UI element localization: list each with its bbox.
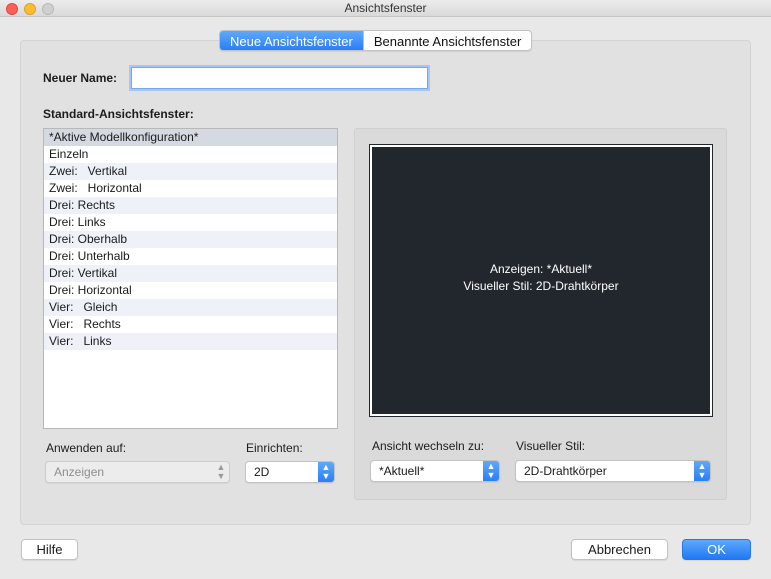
tab-named-viewports[interactable]: Benannte Ansichtsfenster bbox=[362, 31, 531, 50]
change-view-label: Ansicht wechseln zu: bbox=[372, 439, 485, 453]
list-item[interactable]: Drei: Horizontal bbox=[44, 282, 337, 299]
change-view-value: *Aktuell* bbox=[379, 464, 425, 478]
cancel-button[interactable]: Abbrechen bbox=[571, 539, 668, 560]
help-button[interactable]: Hilfe bbox=[21, 539, 78, 560]
list-item[interactable]: Drei: Oberhalb bbox=[44, 231, 337, 248]
list-item[interactable]: Vier: Gleich bbox=[44, 299, 337, 316]
chevron-updown-icon: ▲ ▼ bbox=[216, 462, 226, 481]
new-name-label: Neuer Name: bbox=[43, 71, 118, 85]
viewport-preview: Anzeigen: *Aktuell* Visueller Stil: 2D-D… bbox=[369, 144, 713, 417]
list-item[interactable]: *Aktive Modellkonfiguration* bbox=[44, 129, 337, 146]
preview-display-text: Anzeigen: *Aktuell* bbox=[489, 262, 593, 276]
list-item[interactable]: Drei: Links bbox=[44, 214, 337, 231]
chevron-updown-icon: ▲ ▼ bbox=[483, 461, 499, 481]
chevron-updown-icon: ▲ ▼ bbox=[694, 461, 710, 481]
window-title: Ansichtsfenster bbox=[344, 1, 427, 15]
standard-viewports-list[interactable]: *Aktive Modellkonfiguration* Einzeln Zwe… bbox=[43, 128, 338, 429]
preview-style-text: Visueller Stil: 2D-Drahtkörper bbox=[463, 279, 619, 293]
tab-new-viewports[interactable]: Neue Ansichtsfenster bbox=[220, 31, 363, 50]
title-bar: Ansichtsfenster bbox=[0, 0, 771, 17]
list-item[interactable]: Vier: Rechts bbox=[44, 316, 337, 333]
list-item[interactable]: Vier: Links bbox=[44, 333, 337, 350]
tab-bar: Neue Ansichtsfenster Benannte Ansichtsfe… bbox=[219, 30, 533, 51]
list-item[interactable]: Einzeln bbox=[44, 146, 337, 163]
setup-select[interactable]: 2D ▲ ▼ bbox=[245, 461, 335, 483]
chevron-updown-icon: ▲ ▼ bbox=[318, 462, 334, 482]
list-item[interactable]: Drei: Rechts bbox=[44, 197, 337, 214]
setup-label: Einrichten: bbox=[246, 441, 303, 455]
standard-viewports-label: Standard-Ansichtsfenster: bbox=[43, 107, 194, 121]
setup-value: 2D bbox=[254, 465, 270, 479]
apply-to-label: Anwenden auf: bbox=[46, 441, 127, 455]
change-view-select[interactable]: *Aktuell* ▲ ▼ bbox=[370, 460, 500, 482]
visual-style-value: 2D-Drahtkörper bbox=[524, 464, 607, 478]
apply-to-value: Anzeigen bbox=[54, 465, 105, 479]
apply-to-select: Anzeigen ▲ ▼ bbox=[45, 461, 230, 483]
list-item[interactable]: Drei: Vertikal bbox=[44, 265, 337, 282]
new-name-input[interactable] bbox=[131, 67, 428, 89]
ok-button[interactable]: OK bbox=[682, 539, 751, 560]
list-item[interactable]: Drei: Unterhalb bbox=[44, 248, 337, 265]
list-item[interactable]: Zwei: Horizontal bbox=[44, 180, 337, 197]
list-item[interactable]: Zwei: Vertikal bbox=[44, 163, 337, 180]
visual-style-select[interactable]: 2D-Drahtkörper ▲ ▼ bbox=[515, 460, 711, 482]
visual-style-label: Visueller Stil: bbox=[516, 439, 586, 453]
